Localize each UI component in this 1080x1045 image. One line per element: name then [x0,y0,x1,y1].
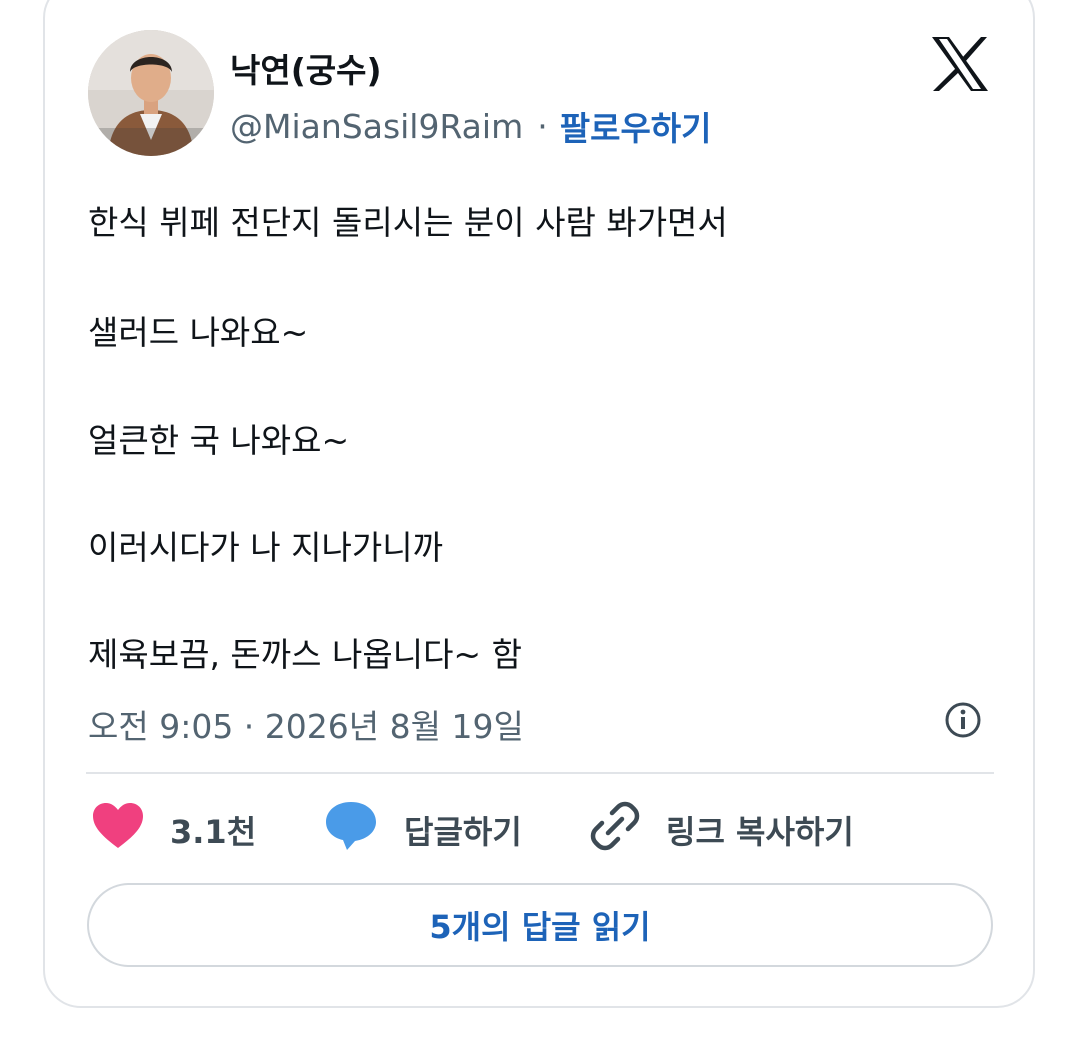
like-count: 3.1천 [170,813,257,851]
tweet-text-line: 제육보끔, 돈까스 나옵니다~ 함 [88,635,522,674]
tweet-text-line: 이러시다가 나 지나가니까 [88,528,443,567]
avatar[interactable] [88,30,214,156]
author-name[interactable]: 낙연(궁수) [230,44,382,92]
follow-button[interactable]: 팔로우하기 [560,102,712,150]
reply-button[interactable]: 답글하기 [324,800,522,860]
tweet-text-line: 샐러드 나와요~ [88,313,309,352]
copy-link-button[interactable]: 링크 복사하기 [590,800,854,860]
divider [86,772,994,774]
tweet-timestamp[interactable]: 오전 9:05 · 2026년 8월 19일 [88,700,524,748]
author-handle-row: @MianSasil9Raim · 팔로우하기 [230,102,712,150]
heart-icon [92,802,144,858]
x-logo-icon[interactable] [930,35,990,93]
info-icon[interactable] [944,701,982,739]
tweet-text-line: 얼큰한 국 나와요~ [88,421,350,460]
link-icon [590,801,640,859]
reply-label: 답글하기 [404,813,522,851]
tweet-text-line: 한식 뷔페 전단지 돌리시는 분이 사람 봐가면서 [88,203,728,242]
read-replies-button[interactable]: 5개의 답글 읽기 [87,883,993,967]
copy-link-label: 링크 복사하기 [666,813,854,851]
speech-bubble-icon [324,800,378,860]
like-button[interactable]: 3.1천 [92,800,256,860]
author-handle[interactable]: @MianSasil9Raim [230,107,523,146]
handle-separator: · [537,106,548,146]
